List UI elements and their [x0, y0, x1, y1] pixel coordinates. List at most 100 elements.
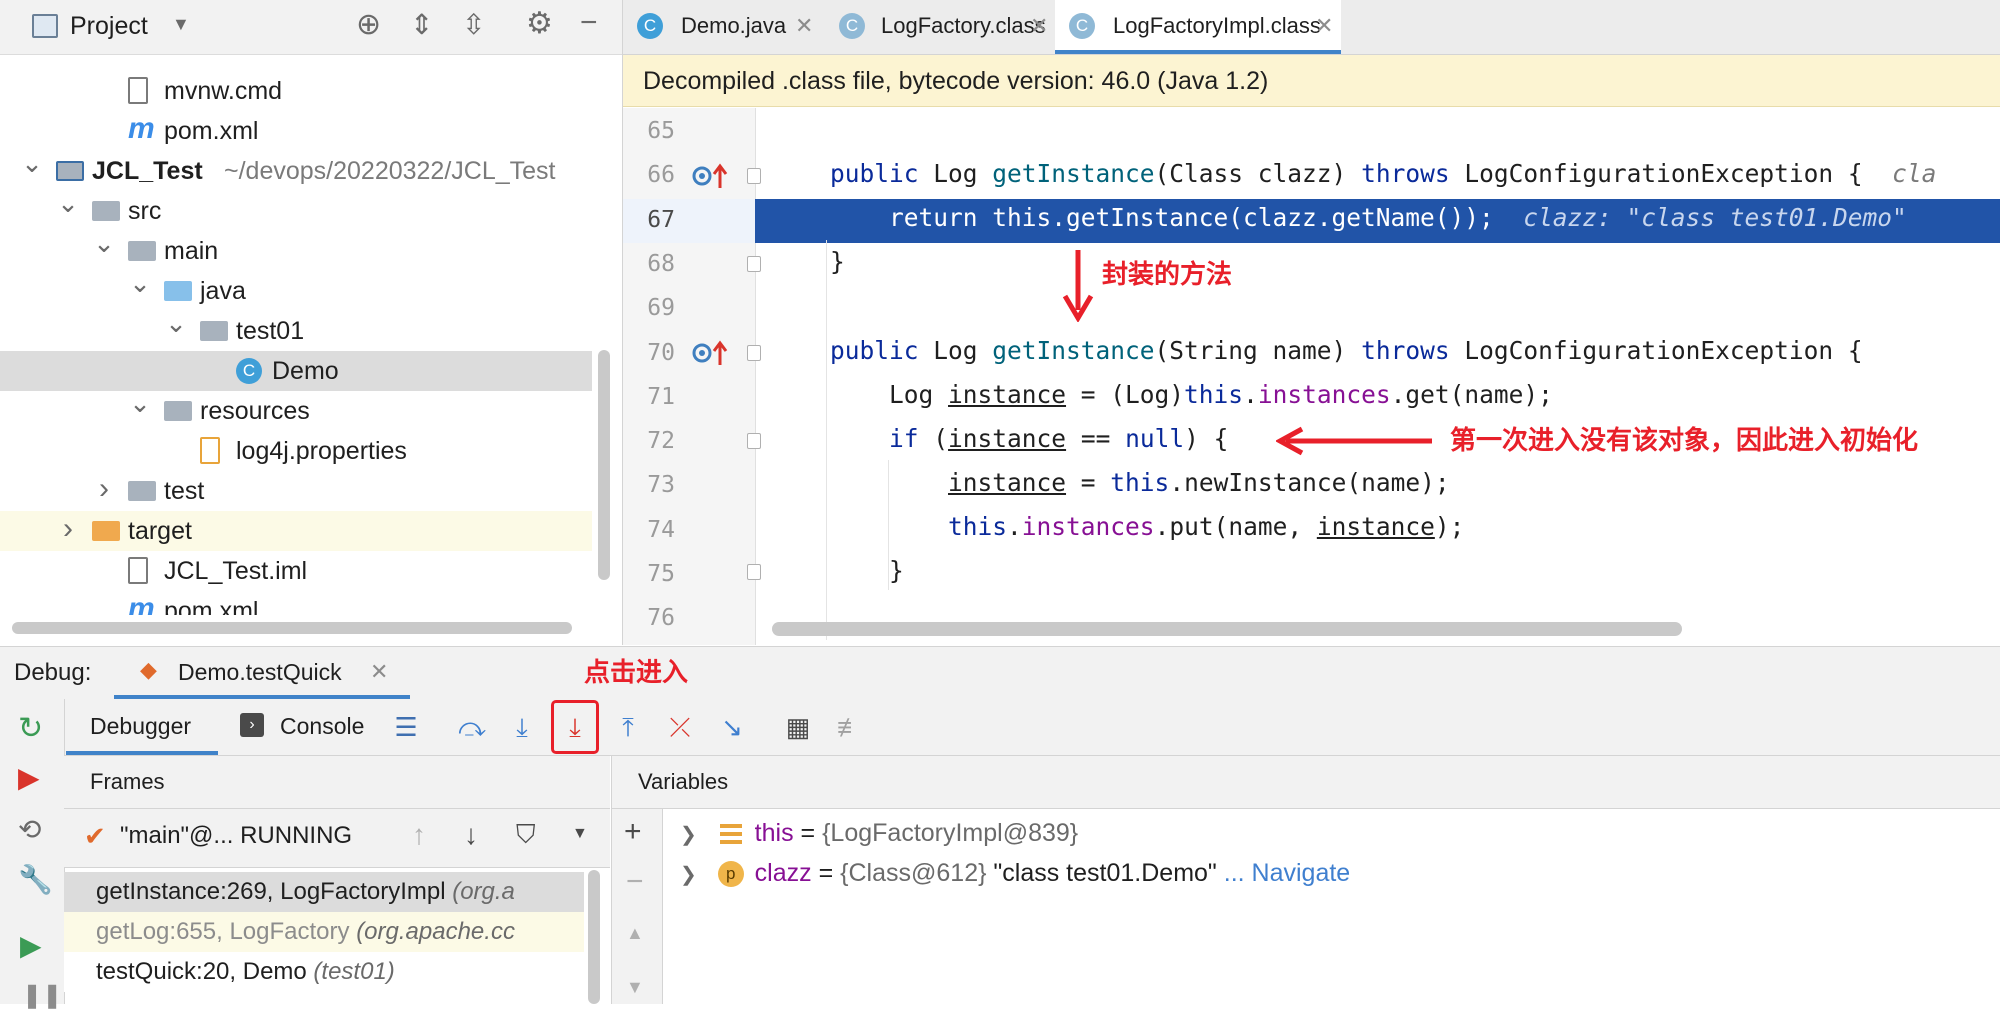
fold-marker[interactable] [747, 564, 761, 580]
indent-guide [826, 240, 827, 640]
fold-marker[interactable] [747, 256, 761, 272]
line-number: 73 [647, 472, 675, 499]
navigate-link[interactable]: ... Navigate [1224, 859, 1350, 887]
chevron-down-icon[interactable]: ⌄ [128, 383, 152, 423]
code-line-75[interactable]: } [830, 556, 904, 585]
chevron-down-icon[interactable]: ⌄ [128, 263, 152, 303]
restore-layout-icon[interactable]: ⟲ [18, 813, 41, 846]
hide-panel-icon[interactable]: − [580, 6, 598, 40]
chevron-down-icon[interactable]: ⌄ [20, 143, 44, 183]
decompiled-banner: Decompiled .class file, bytecode version… [623, 55, 2000, 107]
fold-marker[interactable] [747, 168, 761, 184]
tree-item[interactable]: ⌄ main [0, 228, 592, 271]
tree-item[interactable]: log4j.properties [0, 431, 592, 471]
tab-demo-java[interactable]: C Demo.java ✕ [623, 0, 825, 54]
project-view-title[interactable]: Project [70, 12, 148, 41]
tree-item[interactable]: › test [0, 471, 592, 511]
iml-icon [128, 557, 148, 584]
implements-method-icon[interactable] [690, 162, 732, 190]
close-icon[interactable]: ✕ [1315, 0, 1333, 52]
add-watch-icon[interactable]: + [624, 815, 642, 849]
gear-icon[interactable]: ⚙ [526, 6, 553, 41]
rerun-failed-icon[interactable]: ▶ [18, 761, 40, 794]
tree-item[interactable]: mvnw.cmd [0, 71, 592, 111]
code-line-72[interactable]: if (instance == null) { [830, 424, 1228, 453]
variable-this[interactable]: ❯ this = {LogFactoryImpl@839} [680, 813, 1078, 853]
tree-item[interactable]: JCL_Test.iml [0, 551, 592, 591]
close-icon[interactable]: ✕ [370, 659, 388, 685]
tree-item[interactable]: › target [0, 511, 592, 551]
resume-icon[interactable]: ▶ [20, 929, 42, 962]
chevron-down-icon[interactable]: ▼ [572, 825, 588, 843]
variable-clazz[interactable]: ❯ p clazz = {Class@612} "class test01.De… [680, 853, 1350, 893]
tree-item[interactable]: ⌄ test01 [0, 308, 592, 351]
drop-frame-icon[interactable]: ⤫ [660, 706, 700, 748]
chevron-down-icon[interactable]: ⌄ [92, 223, 116, 263]
chevron-down-icon[interactable]: ⌄ [56, 183, 80, 223]
pause-icon[interactable]: ❚❚ [22, 981, 62, 1010]
tab-console[interactable]: › Console [236, 699, 376, 755]
arrow-up-icon[interactable]: ↑ [412, 819, 426, 851]
debug-label: Debug: [14, 659, 92, 686]
code-line-73[interactable]: instance = this.newInstance(name); [830, 468, 1450, 497]
chevron-right-icon[interactable]: › [92, 469, 116, 509]
step-over-icon[interactable]: ⤓ [502, 706, 542, 748]
tree-item-label: target [128, 517, 192, 545]
frames-scrollbar[interactable] [588, 870, 600, 1004]
code-line-68[interactable]: } [830, 247, 845, 276]
evaluate-expression-icon[interactable]: ▦ [778, 706, 818, 748]
chevron-right-icon[interactable]: › [56, 509, 80, 549]
tree-item[interactable]: m pom.xml [0, 111, 592, 151]
fold-marker[interactable] [747, 345, 761, 361]
debug-session-tab[interactable]: ◆ Demo.testQuick ✕ [114, 647, 410, 699]
remove-watch-icon[interactable]: − [626, 865, 644, 899]
compiled-class-icon: C [839, 13, 865, 39]
tab-logfactory-class[interactable]: C LogFactory.class ✕ [825, 0, 1055, 54]
code-line-70[interactable]: public Log getInstance(String name) thro… [830, 336, 1863, 365]
frame-row[interactable]: getInstance:269, LogFactoryImpl (org.a [64, 872, 584, 912]
chevron-right-icon[interactable]: ❯ [680, 824, 697, 846]
frame-row[interactable]: testQuick:20, Demo (test01) [64, 952, 584, 992]
project-horizontal-scrollbar[interactable] [12, 622, 572, 634]
tree-item[interactable]: ⌄ src [0, 188, 592, 231]
chevron-down-icon[interactable]: ⌄ [164, 303, 188, 343]
tree-item-label: pom.xml [164, 117, 259, 145]
implements-method-icon[interactable] [690, 339, 732, 367]
wrench-icon[interactable]: 🔧 [18, 863, 53, 896]
editor-horizontal-scrollbar[interactable] [772, 622, 1682, 636]
code-line-67[interactable]: return this.getInstance(clazz.getName())… [830, 203, 1907, 232]
fold-marker[interactable] [747, 433, 761, 449]
tree-item[interactable]: ⌄ resources [0, 388, 592, 431]
rerun-icon[interactable]: ↻ [18, 711, 43, 746]
frame-row[interactable]: getLog:655, LogFactory (org.apache.cc [64, 912, 584, 952]
run-to-cursor-icon[interactable]: ↘ [712, 706, 752, 748]
locate-icon[interactable]: ⊕ [356, 7, 381, 42]
chevron-right-icon[interactable]: ❯ [680, 864, 697, 886]
editor-tabs: C Demo.java ✕ C LogFactory.class ✕ C Log… [623, 0, 2000, 55]
project-vertical-scrollbar[interactable] [598, 350, 610, 580]
folder-icon [128, 481, 156, 501]
tree-item[interactable]: ⌄ java [0, 268, 592, 311]
layout-menu-icon[interactable]: ☰ [386, 706, 426, 748]
code-line-66[interactable]: public Log getInstance(Class clazz) thro… [830, 159, 1936, 188]
collapse-all-icon[interactable]: ⇳ [462, 8, 485, 41]
close-icon[interactable]: ✕ [1030, 0, 1048, 52]
tree-item[interactable]: m pom.xml [0, 591, 592, 615]
thread-selector[interactable]: ✔ "main"@... RUNNING ↑ ↓ ⛉ ▼ [64, 809, 610, 868]
tab-logfactoryimpl-class[interactable]: C LogFactoryImpl.class ✕ [1055, 0, 1341, 54]
step-out-icon[interactable]: ⤒ [608, 706, 648, 748]
trace-icon[interactable]: ≢ [830, 706, 870, 748]
code-line-71[interactable]: Log instance = (Log)this.instances.get(n… [830, 380, 1553, 409]
filter-icon[interactable]: ⛉ [516, 819, 536, 851]
show-execution-point-icon[interactable]: ⤼ [452, 706, 492, 748]
tab-debugger[interactable]: Debugger [66, 699, 218, 755]
chevron-down-icon[interactable]: ▼ [172, 14, 190, 35]
close-icon[interactable]: ✕ [795, 0, 813, 52]
code-line-74[interactable]: this.instances.put(name, instance); [830, 512, 1464, 541]
move-down-icon[interactable]: ▼ [626, 977, 644, 998]
move-up-icon[interactable]: ▲ [626, 923, 644, 944]
tree-item[interactable]: C Demo [0, 351, 592, 391]
arrow-down-icon[interactable]: ↓ [464, 819, 478, 851]
expand-all-icon[interactable]: ⇕ [410, 8, 433, 41]
tree-item[interactable]: ⌄ JCL_Test ~/devops/20220322/JCL_Test [0, 148, 592, 191]
